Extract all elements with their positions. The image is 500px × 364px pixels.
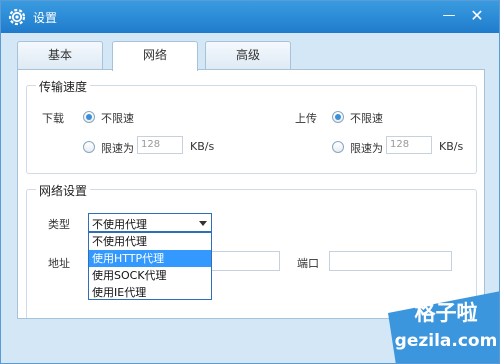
tab-advanced[interactable]: 高级 <box>205 41 291 69</box>
watermark-text-url: gezila.com <box>394 331 498 351</box>
upload-limit-radio[interactable] <box>332 141 344 153</box>
proxy-option-http[interactable]: 使用HTTP代理 <box>89 250 211 267</box>
port-label: 端口 <box>297 257 319 270</box>
upload-unit-label: KB/s <box>439 140 464 153</box>
window-title: 设置 <box>33 11 58 25</box>
upload-limit-input[interactable]: 128 <box>386 136 432 154</box>
proxy-type-dropdown: 不使用代理 使用HTTP代理 使用SOCK代理 使用IE代理 <box>88 232 212 300</box>
upload-label: 上传 <box>295 112 317 125</box>
proxy-option-ie[interactable]: 使用IE代理 <box>89 284 211 301</box>
proxy-option-none[interactable]: 不使用代理 <box>89 233 211 250</box>
port-input[interactable] <box>329 251 452 271</box>
network-group-title: 网络设置 <box>36 182 91 199</box>
download-unit-label: KB/s <box>190 140 215 153</box>
upload-unlimited-radio[interactable] <box>332 111 344 123</box>
upload-limit-label[interactable]: 限速为 <box>350 140 383 156</box>
close-button[interactable]: ✕ <box>465 5 489 27</box>
tab-basic[interactable]: 基本 <box>17 41 103 69</box>
gear-icon <box>8 8 26 26</box>
speed-group: 传输速度 下载 不限速 限速为 128 KB/s 上传 不限速 限速为 128 … <box>26 78 477 174</box>
proxy-type-label: 类型 <box>48 218 70 231</box>
download-limit-radio[interactable] <box>83 141 95 153</box>
settings-window: 设置 — ✕ 基本 网络 高级 传输速度 下载 不限速 限速为 128 KB/s… <box>0 0 500 364</box>
proxy-type-value: 不使用代理 <box>92 218 147 231</box>
network-panel: 传输速度 下载 不限速 限速为 128 KB/s 上传 不限速 限速为 128 … <box>17 69 485 319</box>
tab-network[interactable]: 网络 <box>112 41 198 71</box>
download-unlimited-radio[interactable] <box>83 111 95 123</box>
download-unlimited-label[interactable]: 不限速 <box>101 110 134 126</box>
watermark: 格子啦 gezila.com <box>388 291 499 363</box>
caret-down-icon[interactable] <box>199 221 207 226</box>
minimize-button[interactable]: — <box>437 5 461 27</box>
download-limit-label[interactable]: 限速为 <box>101 140 134 156</box>
download-label: 下载 <box>42 112 64 125</box>
address-label: 地址 <box>48 257 70 270</box>
speed-group-title: 传输速度 <box>36 78 91 95</box>
tab-bar: 基本 网络 高级 <box>1 41 499 71</box>
address-input[interactable] <box>208 251 280 271</box>
title-bar[interactable]: 设置 — ✕ <box>1 1 499 33</box>
watermark-text-cn: 格子啦 <box>414 301 478 325</box>
download-limit-input[interactable]: 128 <box>137 136 183 154</box>
proxy-type-select[interactable]: 不使用代理 <box>88 213 212 232</box>
proxy-option-sock[interactable]: 使用SOCK代理 <box>89 267 211 284</box>
upload-unlimited-label[interactable]: 不限速 <box>350 110 383 126</box>
